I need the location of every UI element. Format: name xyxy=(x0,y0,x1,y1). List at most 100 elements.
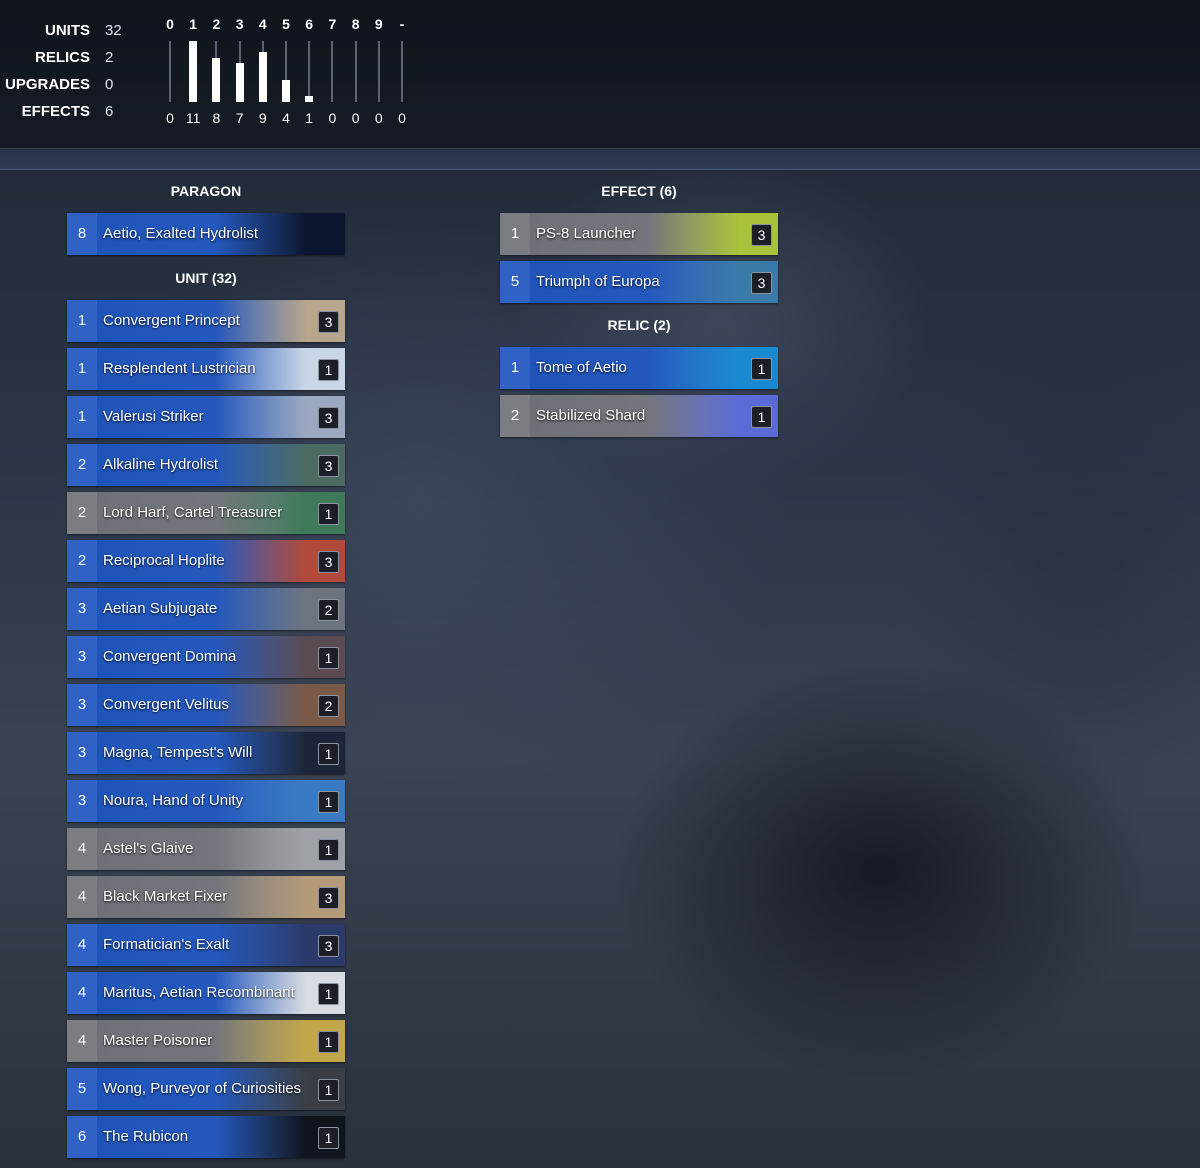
card-cost: 4 xyxy=(67,876,97,918)
card-count-badge: 2 xyxy=(318,695,339,717)
mana-curve: 0 0 1 11 2 8 3 7 4 9 5 4 6 1 7 0 8 0 9 0-0 xyxy=(158,14,418,134)
curve-bar-track xyxy=(331,41,334,102)
card-count-badge: 1 xyxy=(318,743,339,765)
stat-label: EFFECTS xyxy=(21,103,90,120)
card-count-badge: 1 xyxy=(318,791,339,813)
card-count-badge: 1 xyxy=(318,359,339,381)
card-row[interactable]: 4 Black Market Fixer 3 xyxy=(67,876,345,918)
card-body: Astel's Glaive 1 xyxy=(97,828,345,870)
card-row[interactable]: 5 Wong, Purveyor of Curiosities 1 xyxy=(67,1068,345,1110)
card-count-badge: 3 xyxy=(318,935,339,957)
card-row[interactable]: 2 Lord Harf, Cartel Treasurer 1 xyxy=(67,492,345,534)
card-count-badge: 1 xyxy=(318,647,339,669)
curve-count-label: 0 xyxy=(351,110,360,126)
card-cost: 4 xyxy=(67,1020,97,1062)
curve-count-label: 1 xyxy=(305,110,314,126)
card-body: Maritus, Aetian Recombinant 1 xyxy=(97,972,345,1014)
card-cost: 2 xyxy=(67,492,97,534)
card-row[interactable]: 3 Convergent Domina 1 xyxy=(67,636,345,678)
card-body: Triumph of Europa 3 xyxy=(530,261,778,303)
card-name: Wong, Purveyor of Curiosities xyxy=(103,1080,302,1097)
curve-bar-track xyxy=(354,41,357,102)
card-row[interactable]: 3 Magna, Tempest's Will 1 xyxy=(67,732,345,774)
curve-bar xyxy=(235,63,244,102)
curve-count-label: 8 xyxy=(212,110,221,126)
curve-column: 1 11 xyxy=(181,14,205,134)
card-cost: 4 xyxy=(67,924,97,966)
card-row[interactable]: 4 Master Poisoner 1 xyxy=(67,1020,345,1062)
card-name: The Rubicon xyxy=(103,1128,189,1145)
curve-count-label: 9 xyxy=(258,110,267,126)
card-count-badge: 3 xyxy=(318,311,339,333)
header-divider xyxy=(0,150,1200,170)
card-count-badge: 1 xyxy=(318,1031,339,1053)
section-title-paragon: PARAGON xyxy=(170,183,242,199)
curve-column: 37 xyxy=(228,14,252,134)
card-cost: 8 xyxy=(67,213,97,255)
card-count-badge: 1 xyxy=(318,839,339,861)
card-name: Aetian Subjugate xyxy=(103,600,218,617)
card-row[interactable]: 1 Valerusi Striker 3 xyxy=(67,396,345,438)
curve-bar-track xyxy=(282,41,290,102)
curve-column: 49 xyxy=(251,14,275,134)
card-row[interactable]: 3 Noura, Hand of Unity 1 xyxy=(67,780,345,822)
card-body: PS-8 Launcher 3 xyxy=(530,213,778,255)
card-name: Noura, Hand of Unity xyxy=(103,792,244,809)
card-row[interactable]: 4 Formatician's Exalt 3 xyxy=(67,924,345,966)
card-row[interactable]: 3 Convergent Velitus 2 xyxy=(67,684,345,726)
card-body: Wong, Purveyor of Curiosities 1 xyxy=(97,1068,345,1110)
card-cost: 5 xyxy=(500,261,530,303)
card-count-badge: 2 xyxy=(318,599,339,621)
section-title-unit: UNIT (32) xyxy=(175,270,237,286)
card-cost: 1 xyxy=(500,347,530,389)
card-name: Black Market Fixer xyxy=(103,888,228,905)
card-row[interactable]: 6 The Rubicon 1 xyxy=(67,1116,345,1158)
card-cost: 1 xyxy=(67,348,97,390)
card-cost: 4 xyxy=(67,828,97,870)
card-name: Alkaline Hydrolist xyxy=(103,456,219,473)
card-row[interactable]: 3 Aetian Subjugate 2 xyxy=(67,588,345,630)
card-row[interactable]: 4 Astel's Glaive 1 xyxy=(67,828,345,870)
card-count-badge: 3 xyxy=(318,407,339,429)
curve-cost-label: - xyxy=(399,16,405,32)
curve-column: 54 xyxy=(274,14,298,134)
card-row[interactable]: 5 Triumph of Europa 3 xyxy=(500,261,778,303)
card-name: Reciprocal Hoplite xyxy=(103,552,225,569)
curve-bar-track xyxy=(189,41,198,102)
curve-count-label: 4 xyxy=(282,110,290,126)
curve-cost-label: 8 xyxy=(351,16,360,32)
stat-value: 2 xyxy=(105,49,114,66)
card-count-badge: 1 xyxy=(318,503,339,525)
card-cost: 3 xyxy=(67,636,97,678)
stat-relics: RELICS 2 xyxy=(0,46,130,73)
card-row[interactable]: 1 Convergent Princept 3 xyxy=(67,300,345,342)
curve-cost-label: 1 xyxy=(189,16,198,32)
curve-bar xyxy=(258,52,267,102)
card-body: Stabilized Shard 1 xyxy=(530,395,778,437)
card-body: Magna, Tempest's Will 1 xyxy=(97,732,345,774)
card-row[interactable]: 2 Alkaline Hydrolist 3 xyxy=(67,444,345,486)
curve-cost-label: 7 xyxy=(328,16,337,32)
card-cost: 3 xyxy=(67,732,97,774)
card-row[interactable]: 4 Maritus, Aetian Recombinant 1 xyxy=(67,972,345,1014)
card-row[interactable]: 1 Resplendent Lustrician 1 xyxy=(67,348,345,390)
card-body: Formatician's Exalt 3 xyxy=(97,924,345,966)
card-count-badge: 3 xyxy=(751,224,772,246)
card-row[interactable]: 2 Reciprocal Hoplite 3 xyxy=(67,540,345,582)
card-row[interactable]: 8 Aetio, Exalted Hydrolist xyxy=(67,213,345,255)
card-cost: 4 xyxy=(67,972,97,1014)
card-row[interactable]: 1 Tome of Aetio 1 xyxy=(500,347,778,389)
card-body: Convergent Domina 1 xyxy=(97,636,345,678)
card-name: Aetio, Exalted Hydrolist xyxy=(103,225,259,242)
card-body: Convergent Princept 3 xyxy=(97,300,345,342)
stat-effects: EFFECTS 6 xyxy=(0,100,130,127)
curve-bar xyxy=(189,41,198,102)
card-row[interactable]: 2 Stabilized Shard 1 xyxy=(500,395,778,437)
card-cost: 3 xyxy=(67,684,97,726)
card-name: Valerusi Striker xyxy=(103,408,204,425)
curve-column: 00 xyxy=(158,14,182,134)
card-body: Convergent Velitus 2 xyxy=(97,684,345,726)
card-count-badge: 1 xyxy=(751,358,772,380)
card-name: Maritus, Aetian Recombinant xyxy=(103,984,295,1001)
card-row[interactable]: 1 PS-8 Launcher 3 xyxy=(500,213,778,255)
